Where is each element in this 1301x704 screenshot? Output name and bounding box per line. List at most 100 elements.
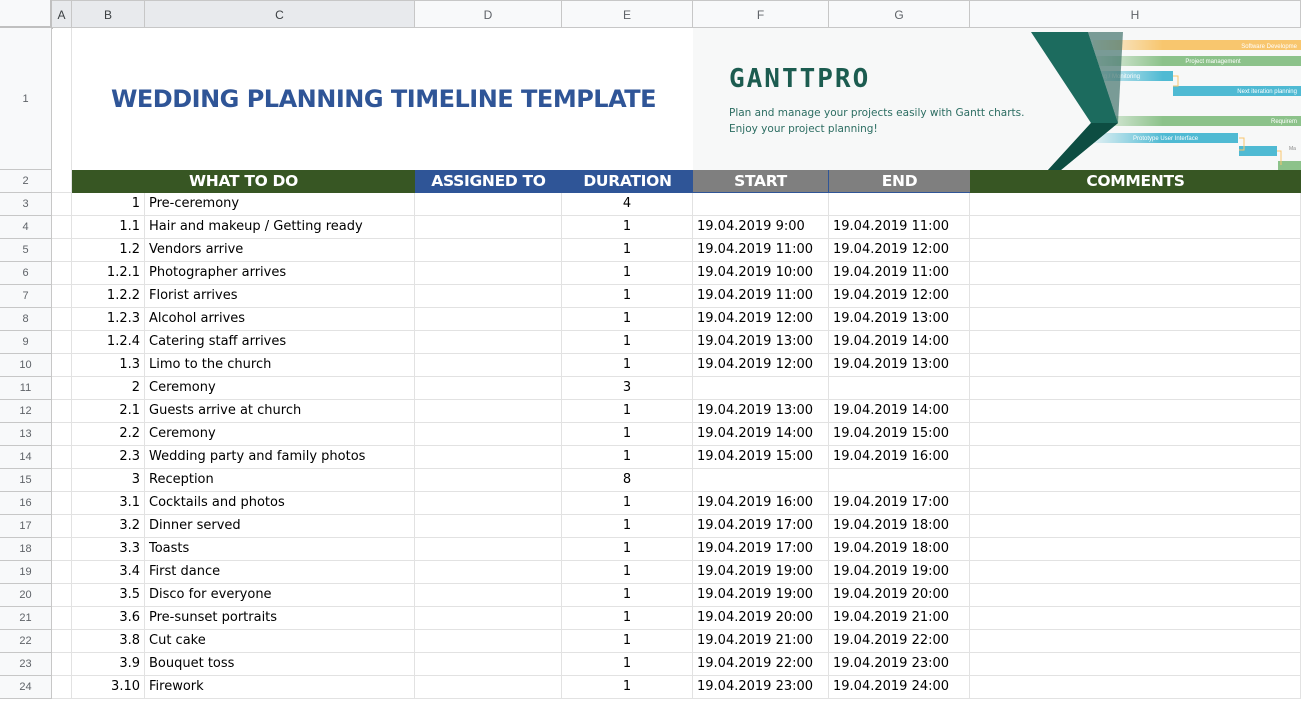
cell-a[interactable] (52, 400, 72, 423)
duration-cell[interactable]: 1 (562, 630, 693, 653)
assigned-to-cell[interactable] (415, 607, 562, 630)
assigned-to-cell[interactable] (415, 262, 562, 285)
start-cell[interactable]: 19.04.2019 20:00 (693, 607, 829, 630)
cell-a[interactable] (52, 492, 72, 515)
duration-cell[interactable]: 1 (562, 331, 693, 354)
duration-cell[interactable]: 4 (562, 193, 693, 216)
row-header-19[interactable]: 19 (0, 561, 52, 584)
task-id[interactable]: 1.2.2 (72, 285, 145, 308)
row-header-8[interactable]: 8 (0, 308, 52, 331)
row-header-12[interactable]: 12 (0, 400, 52, 423)
duration-cell[interactable]: 1 (562, 308, 693, 331)
assigned-to-cell[interactable] (415, 492, 562, 515)
row-header-22[interactable]: 22 (0, 630, 52, 653)
task-id[interactable]: 2.3 (72, 446, 145, 469)
comments-cell[interactable] (970, 331, 1301, 354)
task-id[interactable]: 3.3 (72, 538, 145, 561)
task-id[interactable]: 3.6 (72, 607, 145, 630)
end-cell[interactable]: 19.04.2019 18:00 (829, 515, 970, 538)
task-name[interactable]: Wedding party and family photos (145, 446, 415, 469)
task-name[interactable]: Pre-sunset portraits (145, 607, 415, 630)
start-cell[interactable]: 19.04.2019 19:00 (693, 561, 829, 584)
assigned-to-cell[interactable] (415, 285, 562, 308)
task-id[interactable]: 1.1 (72, 216, 145, 239)
start-cell[interactable]: 19.04.2019 23:00 (693, 676, 829, 699)
row-header-21[interactable]: 21 (0, 607, 52, 630)
row-header-14[interactable]: 14 (0, 446, 52, 469)
cell-a[interactable] (52, 331, 72, 354)
task-id[interactable]: 3 (72, 469, 145, 492)
end-cell[interactable]: 19.04.2019 24:00 (829, 676, 970, 699)
header-end[interactable]: END (829, 170, 970, 193)
cell-a[interactable] (52, 308, 72, 331)
column-header-c[interactable]: C (145, 0, 415, 28)
select-all-corner[interactable] (0, 0, 53, 29)
assigned-to-cell[interactable] (415, 584, 562, 607)
start-cell[interactable] (693, 377, 829, 400)
end-cell[interactable]: 19.04.2019 11:00 (829, 262, 970, 285)
assigned-to-cell[interactable] (415, 354, 562, 377)
end-cell[interactable]: 19.04.2019 20:00 (829, 584, 970, 607)
duration-cell[interactable]: 1 (562, 584, 693, 607)
task-id[interactable]: 3.1 (72, 492, 145, 515)
start-cell[interactable]: 19.04.2019 12:00 (693, 354, 829, 377)
row-header-6[interactable]: 6 (0, 262, 52, 285)
start-cell[interactable]: 19.04.2019 12:00 (693, 308, 829, 331)
end-cell[interactable]: 19.04.2019 14:00 (829, 331, 970, 354)
comments-cell[interactable] (970, 262, 1301, 285)
cell-a[interactable] (52, 630, 72, 653)
task-name[interactable]: Hair and makeup / Getting ready (145, 216, 415, 239)
header-start[interactable]: START (693, 170, 829, 193)
comments-cell[interactable] (970, 561, 1301, 584)
task-id[interactable]: 2 (72, 377, 145, 400)
duration-cell[interactable]: 1 (562, 446, 693, 469)
task-id[interactable]: 1.3 (72, 354, 145, 377)
assigned-to-cell[interactable] (415, 446, 562, 469)
duration-cell[interactable]: 1 (562, 216, 693, 239)
task-id[interactable]: 3.9 (72, 653, 145, 676)
assigned-to-cell[interactable] (415, 239, 562, 262)
end-cell[interactable]: 19.04.2019 16:00 (829, 446, 970, 469)
comments-cell[interactable] (970, 216, 1301, 239)
cell-a[interactable] (52, 561, 72, 584)
task-id[interactable]: 1.2.1 (72, 262, 145, 285)
task-name[interactable]: Cocktails and photos (145, 492, 415, 515)
end-cell[interactable] (829, 377, 970, 400)
end-cell[interactable]: 19.04.2019 23:00 (829, 653, 970, 676)
end-cell[interactable]: 19.04.2019 13:00 (829, 354, 970, 377)
comments-cell[interactable] (970, 193, 1301, 216)
task-id[interactable]: 3.8 (72, 630, 145, 653)
task-id[interactable]: 3.10 (72, 676, 145, 699)
end-cell[interactable]: 19.04.2019 22:00 (829, 630, 970, 653)
task-name[interactable]: Ceremony (145, 377, 415, 400)
row-header-7[interactable]: 7 (0, 285, 52, 308)
row-header-23[interactable]: 23 (0, 653, 52, 676)
end-cell[interactable] (829, 469, 970, 492)
cell-a[interactable] (52, 354, 72, 377)
row-header-5[interactable]: 5 (0, 239, 52, 262)
duration-cell[interactable]: 1 (562, 239, 693, 262)
row-header-18[interactable]: 18 (0, 538, 52, 561)
header-comments[interactable]: COMMENTS (970, 170, 1301, 193)
duration-cell[interactable]: 8 (562, 469, 693, 492)
cell-a[interactable] (52, 653, 72, 676)
row-header-20[interactable]: 20 (0, 584, 52, 607)
task-name[interactable]: Bouquet toss (145, 653, 415, 676)
task-name[interactable]: Guests arrive at church (145, 400, 415, 423)
comments-cell[interactable] (970, 400, 1301, 423)
start-cell[interactable]: 19.04.2019 21:00 (693, 630, 829, 653)
cell-a[interactable] (52, 446, 72, 469)
cell-a[interactable] (52, 676, 72, 699)
assigned-to-cell[interactable] (415, 193, 562, 216)
end-cell[interactable]: 19.04.2019 18:00 (829, 538, 970, 561)
task-id[interactable]: 3.4 (72, 561, 145, 584)
task-name[interactable]: Catering staff arrives (145, 331, 415, 354)
duration-cell[interactable]: 1 (562, 538, 693, 561)
comments-cell[interactable] (970, 538, 1301, 561)
task-name[interactable]: Firework (145, 676, 415, 699)
column-header-f[interactable]: F (693, 0, 829, 28)
assigned-to-cell[interactable] (415, 515, 562, 538)
row-header-15[interactable]: 15 (0, 469, 52, 492)
end-cell[interactable]: 19.04.2019 13:00 (829, 308, 970, 331)
duration-cell[interactable]: 1 (562, 653, 693, 676)
